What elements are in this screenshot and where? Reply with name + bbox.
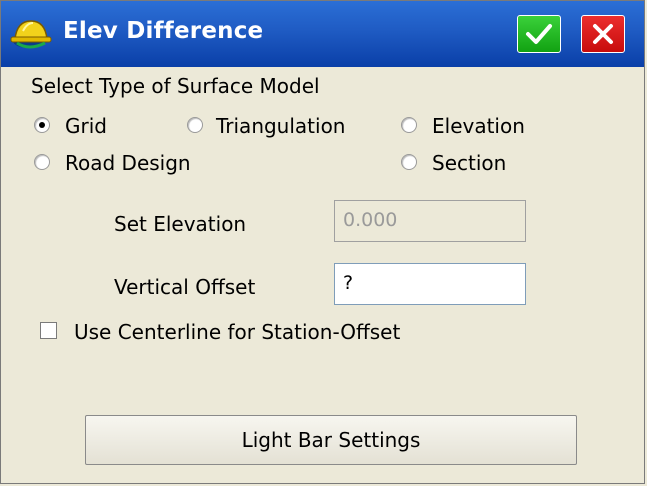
radio-grid-label[interactable]: Grid	[65, 114, 107, 138]
radio-triangulation[interactable]	[187, 117, 203, 133]
checkmark-icon	[526, 24, 552, 44]
radio-triangulation-label[interactable]: Triangulation	[216, 114, 345, 138]
close-button[interactable]	[581, 15, 625, 53]
vertical-offset-field[interactable]: ?	[334, 263, 526, 305]
radio-elevation[interactable]	[401, 117, 417, 133]
radio-section[interactable]	[401, 154, 417, 170]
centerline-checkbox-label[interactable]: Use Centerline for Station-Offset	[74, 320, 400, 344]
radio-grid[interactable]	[34, 117, 50, 133]
ok-button[interactable]	[517, 15, 561, 53]
radio-section-label[interactable]: Section	[432, 151, 506, 175]
light-bar-settings-button[interactable]: Light Bar Settings	[85, 415, 577, 465]
radio-road-design[interactable]	[34, 154, 50, 170]
hardhat-icon	[9, 17, 53, 51]
surface-model-heading: Select Type of Surface Model	[31, 74, 320, 98]
set-elevation-field: 0.000	[334, 200, 526, 242]
title-bar: Elev Difference	[1, 1, 644, 67]
vertical-offset-label: Vertical Offset	[114, 275, 256, 299]
set-elevation-label: Set Elevation	[114, 212, 247, 236]
dialog-window: Elev Difference Select Type of Surface M…	[0, 0, 645, 484]
close-icon	[593, 24, 613, 44]
centerline-checkbox[interactable]	[40, 322, 57, 339]
window-title: Elev Difference	[63, 18, 264, 44]
radio-road-design-label[interactable]: Road Design	[65, 151, 191, 175]
radio-elevation-label[interactable]: Elevation	[432, 114, 525, 138]
